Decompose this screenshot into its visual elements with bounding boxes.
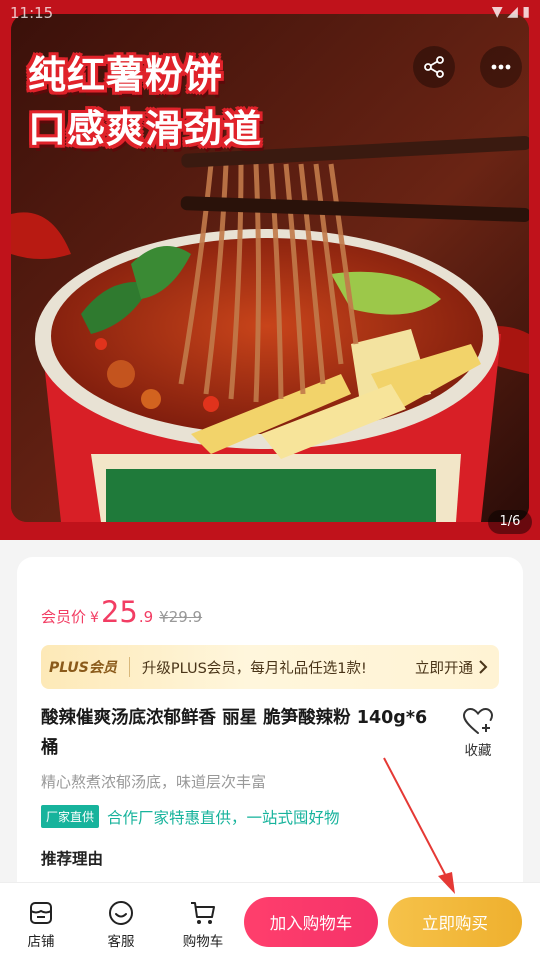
factory-direct-row: 厂家直供 合作厂家特惠直供，一站式囤好物 — [41, 805, 340, 828]
cart-label: 购物车 — [182, 934, 224, 950]
price-decimal: .9 — [138, 608, 154, 626]
original-price: ¥29.9 — [159, 608, 203, 626]
recommend-reason-heading: 推荐理由 — [41, 850, 104, 868]
promo-headline-line2: 口感爽滑劲道 — [28, 107, 263, 151]
store-button[interactable]: 店铺 — [14, 899, 68, 950]
member-price-label: 会员价 — [41, 608, 87, 626]
status-bar-time: 11:15 — [10, 4, 54, 22]
buy-now-button[interactable]: 立即购买 — [388, 897, 522, 947]
customer-service-label: 客服 — [107, 934, 135, 950]
add-to-cart-button[interactable]: 加入购物车 — [244, 897, 378, 947]
more-icon — [491, 64, 511, 70]
factory-direct-text: 合作厂家特惠直供，一站式囤好物 — [107, 808, 340, 827]
favorite-label: 收藏 — [464, 743, 492, 759]
price-integer: 25 — [100, 595, 138, 629]
product-title: 酸辣催爽汤底浓郁鲜香 丽星 脆笋酸辣粉 140g*6桶 — [41, 708, 428, 758]
store-icon — [30, 902, 52, 924]
image-page-indicator: 1/6 — [488, 510, 532, 534]
product-info-card: 会员价 ¥ 25 .9 ¥29.9 PLUS会员 升级PLUS会员，每月礼品任选… — [17, 557, 523, 897]
plus-open-label: 立即开通 — [415, 660, 473, 677]
cart-icon — [191, 902, 215, 924]
plus-promo-text: 升级PLUS会员，每月礼品任选1款! — [141, 660, 367, 677]
product-detail-page: 11:15 ▼ ◢ ▮ 纯红薯粉饼 口感爽滑劲道 1/6 会员价 ¥ 25 .9… — [0, 0, 540, 960]
share-button[interactable] — [413, 46, 455, 88]
plus-divider — [128, 657, 130, 677]
heart-plus-icon — [462, 707, 494, 734]
bottom-action-bar: 店铺 客服 购物车 加入购物车 立即购买 — [0, 882, 540, 960]
back-arrow-icon — [31, 55, 45, 79]
chevron-right-icon — [479, 660, 488, 674]
price-currency: ¥ — [90, 610, 99, 626]
more-button[interactable] — [480, 46, 522, 88]
smiley-icon — [109, 901, 133, 925]
cart-button[interactable]: 购物车 — [176, 899, 230, 950]
factory-direct-badge: 厂家直供 — [41, 805, 100, 828]
share-icon — [424, 56, 444, 78]
product-image-carousel[interactable]: 11:15 ▼ ◢ ▮ 纯红薯粉饼 口感爽滑劲道 1/6 — [0, 0, 540, 540]
price-row: 会员价 ¥ 25 .9 ¥29.9 — [41, 595, 202, 629]
favorite-button[interactable]: 收藏 — [455, 707, 501, 759]
customer-service-button[interactable]: 客服 — [94, 899, 148, 950]
plus-badge: PLUS会员 — [49, 660, 117, 676]
product-subtitle: 精心熬煮浓郁汤底，味道层次丰富 — [41, 773, 267, 791]
store-label: 店铺 — [27, 934, 55, 950]
plus-membership-banner[interactable]: PLUS会员 升级PLUS会员，每月礼品任选1款! 立即开通 — [41, 645, 499, 689]
promo-headline-line1: 纯红薯粉饼 — [28, 53, 224, 97]
back-button[interactable] — [22, 50, 56, 84]
plus-open-link[interactable]: 立即开通 — [415, 657, 499, 678]
status-bar-icons: ▼ ◢ ▮ — [491, 4, 530, 20]
